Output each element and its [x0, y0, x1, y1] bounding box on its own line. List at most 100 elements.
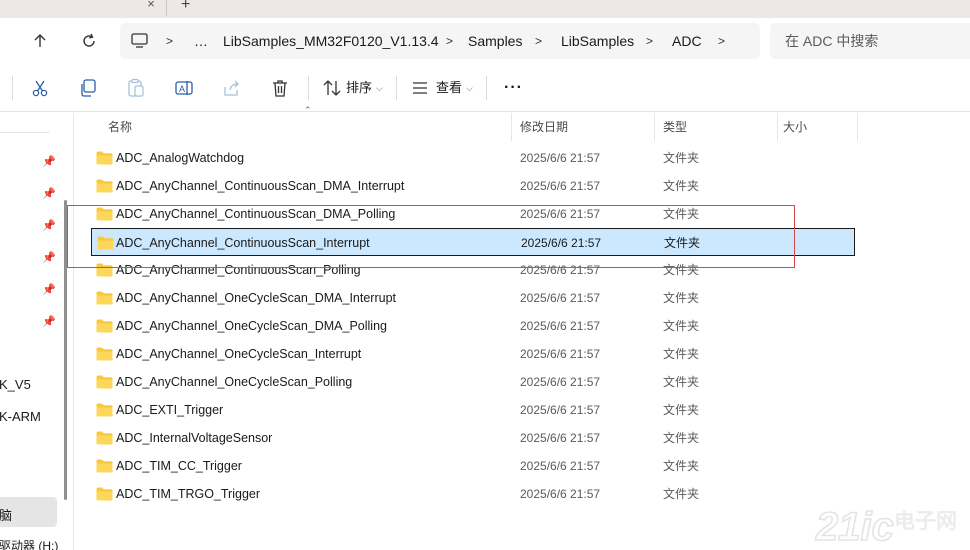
breadcrumb-item-adc[interactable]: ADC — [672, 23, 702, 59]
chevron-right-icon[interactable]: > — [446, 23, 453, 59]
file-row[interactable]: ADC_AnyChannel_OneCycleScan_Interrupt 202… — [91, 340, 855, 368]
sort-icon[interactable] — [320, 76, 344, 100]
column-modified[interactable]: 修改日期 — [520, 113, 568, 141]
search-input[interactable]: 在 ADC 中搜索 — [770, 23, 970, 59]
chevron-right-icon[interactable]: > — [535, 23, 542, 59]
delete-button[interactable] — [268, 76, 292, 100]
watermark-brand: 21ic — [815, 505, 894, 549]
file-name[interactable]: ADC_EXTI_Trigger — [116, 396, 223, 424]
file-name[interactable]: ADC_AnyChannel_OneCycleScan_Interrupt — [116, 340, 361, 368]
address-row: > … LibSamples_MM32F0120_V1.13.4 > Sampl… — [0, 18, 970, 64]
chevron-right-icon[interactable]: > — [718, 23, 725, 59]
file-modified-date: 2025/6/6 21:57 — [520, 151, 601, 165]
file-row[interactable]: ADC_AnyChannel_OneCycleScan_Polling 2025/… — [91, 368, 855, 396]
breadcrumb-item-ellipsis[interactable]: … — [194, 23, 208, 59]
file-row[interactable]: ADC_AnalogWatchdog 2025/6/6 21:57 文件夹 — [91, 144, 855, 172]
file-row[interactable]: ADC_TIM_CC_Trigger 2025/6/6 21:57 文件夹 — [91, 452, 855, 480]
cut-button[interactable] — [28, 76, 52, 100]
column-divider[interactable] — [511, 113, 512, 141]
paste-button[interactable] — [124, 76, 148, 100]
toolbar-divider — [12, 76, 13, 100]
pin-icon[interactable]: 📌 — [42, 155, 56, 169]
breadcrumb-item-samples[interactable]: Samples — [468, 23, 522, 59]
breadcrumb[interactable]: > … LibSamples_MM32F0120_V1.13.4 > Sampl… — [120, 23, 760, 59]
folder-icon — [96, 487, 113, 501]
command-bar: A 排序 ⌵ 查看 ⌵ ··· — [0, 64, 970, 112]
nav-item-k-v5[interactable]: K_V5 — [0, 377, 31, 392]
file-row[interactable]: ADC_AnyChannel_ContinuousScan_DMA_Interr… — [91, 172, 855, 200]
chevron-down-icon[interactable]: ⌵ — [376, 78, 383, 98]
file-modified-date: 2025/6/6 21:57 — [520, 291, 601, 305]
column-size[interactable]: 大小 — [783, 113, 807, 141]
file-row[interactable]: ADC_AnyChannel_OneCycleScan_DMA_Polling 2… — [91, 312, 855, 340]
view-button[interactable] — [408, 76, 432, 100]
toolbar-divider — [486, 76, 487, 100]
file-type: 文件夹 — [663, 151, 700, 165]
file-name[interactable]: ADC_TIM_TRGO_Trigger — [116, 480, 260, 508]
tab-close-button[interactable]: × — [138, 0, 164, 16]
file-name[interactable]: ADC_AnyChannel_OneCycleScan_DMA_Interrup… — [116, 284, 396, 312]
folder-icon — [96, 291, 113, 305]
file-row[interactable]: ADC_AnyChannel_OneCycleScan_DMA_Interrup… — [91, 284, 855, 312]
column-header: ⌃ 名称 修改日期 类型 大小 — [75, 105, 970, 141]
sort-label[interactable]: 排序 — [346, 78, 372, 98]
chevron-right-icon[interactable]: > — [646, 23, 653, 59]
nav-item-this-pc[interactable]: 脑 — [0, 505, 12, 524]
file-modified-date: 2025/6/6 21:57 — [520, 431, 601, 445]
column-name[interactable]: 名称 — [108, 113, 132, 141]
file-type: 文件夹 — [663, 375, 700, 389]
tab-strip: × + — [0, 0, 970, 18]
toolbar-divider — [308, 76, 309, 100]
column-type[interactable]: 类型 — [663, 113, 687, 141]
file-row[interactable]: ADC_TIM_TRGO_Trigger 2025/6/6 21:57 文件夹 — [91, 480, 855, 508]
file-name[interactable]: ADC_AnalogWatchdog — [116, 144, 244, 172]
folder-icon — [96, 319, 113, 333]
column-divider[interactable] — [654, 113, 655, 141]
chevron-down-icon[interactable]: ⌵ — [466, 78, 473, 98]
file-type: 文件夹 — [663, 347, 700, 361]
file-row[interactable]: ADC_EXTI_Trigger 2025/6/6 21:57 文件夹 — [91, 396, 855, 424]
refresh-button[interactable] — [76, 28, 102, 54]
delete-icon — [273, 80, 287, 97]
cut-icon — [32, 80, 48, 97]
sort-ascending-icon: ⌃ — [304, 105, 312, 115]
file-name[interactable]: ADC_AnyChannel_OneCycleScan_Polling — [116, 368, 352, 396]
sort-arrows-icon — [323, 80, 341, 96]
view-label[interactable]: 查看 — [436, 78, 462, 98]
copy-button[interactable] — [76, 76, 100, 100]
up-button[interactable] — [27, 28, 53, 54]
pin-icon[interactable]: 📌 — [42, 219, 56, 233]
file-modified-date: 2025/6/6 21:57 — [520, 459, 601, 473]
file-name[interactable]: ADC_AnyChannel_OneCycleScan_DMA_Polling — [116, 312, 387, 340]
folder-icon — [96, 431, 113, 445]
annotation-highlight-box — [67, 205, 795, 268]
pin-icon[interactable]: 📌 — [42, 251, 56, 265]
more-options-button[interactable]: ··· — [504, 78, 523, 98]
chevron-right-icon[interactable]: > — [166, 23, 173, 59]
file-modified-date: 2025/6/6 21:57 — [520, 403, 601, 417]
new-tab-button[interactable]: + — [166, 0, 206, 16]
svg-text:A: A — [179, 84, 185, 94]
column-divider[interactable] — [777, 113, 778, 141]
rename-button[interactable]: A — [172, 76, 196, 100]
pin-icon[interactable]: 📌 — [42, 315, 56, 329]
breadcrumb-item-libsamples[interactable]: LibSamples — [561, 23, 634, 59]
file-modified-date: 2025/6/6 21:57 — [520, 347, 601, 361]
nav-item-k-arm[interactable]: K-ARM — [0, 409, 41, 424]
breadcrumb-item-libsamples-version[interactable]: LibSamples_MM32F0120_V1.13.4 — [223, 23, 439, 59]
folder-icon — [96, 347, 113, 361]
copy-icon — [81, 79, 96, 97]
share-button[interactable] — [220, 76, 244, 100]
arrow-up-icon — [34, 34, 46, 47]
file-name[interactable]: ADC_TIM_CC_Trigger — [116, 452, 242, 480]
rename-icon: A — [175, 81, 193, 95]
file-name[interactable]: ADC_AnyChannel_ContinuousScan_DMA_Interr… — [116, 172, 404, 200]
nav-item-drive-h[interactable]: 驱动器 (H:) — [0, 537, 58, 550]
refresh-icon — [83, 33, 95, 47]
pin-icon[interactable]: 📌 — [42, 283, 56, 297]
file-name[interactable]: ADC_InternalVoltageSensor — [116, 424, 272, 452]
pin-icon[interactable]: 📌 — [42, 187, 56, 201]
view-list-icon — [413, 82, 427, 94]
file-row[interactable]: ADC_InternalVoltageSensor 2025/6/6 21:57 文… — [91, 424, 855, 452]
column-divider[interactable] — [857, 113, 858, 141]
